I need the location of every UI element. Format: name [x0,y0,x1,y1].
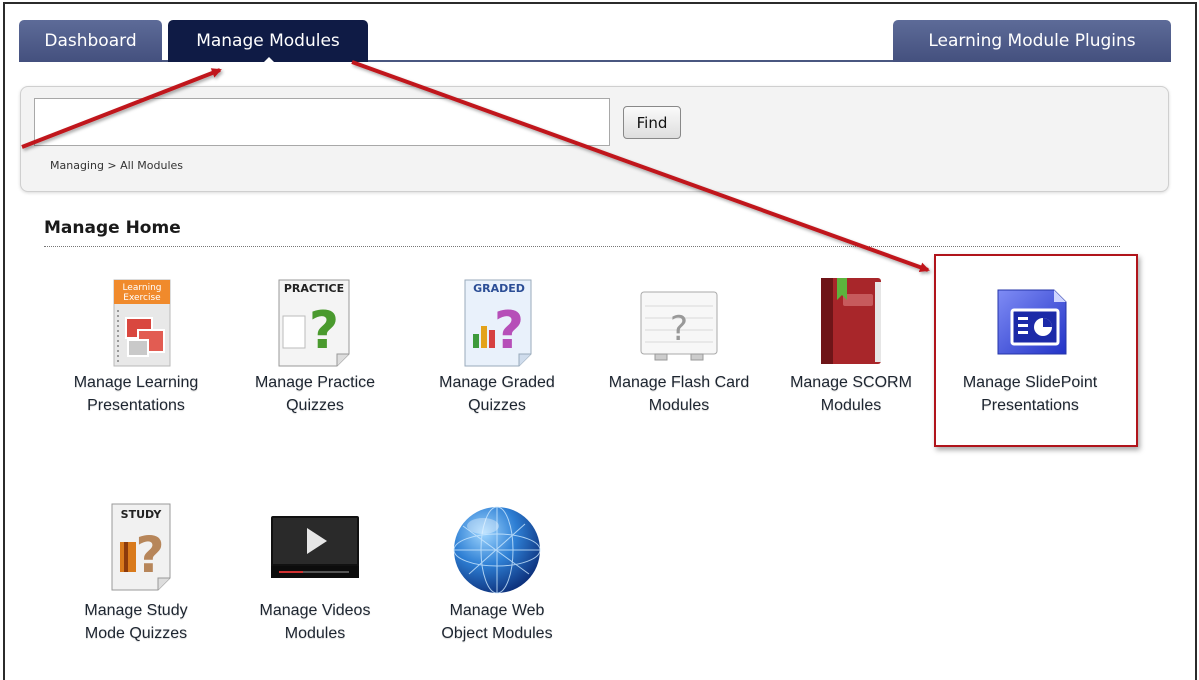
graded-quiz-icon: GRADED ? [417,272,577,368]
tab-manage-modules-label: Manage Modules [196,31,340,51]
svg-text:?: ? [494,301,524,361]
search-input[interactable] [34,98,610,146]
module-videos[interactable]: Manage Videos Modules [235,500,395,645]
tab-manage-modules[interactable]: Manage Modules [168,20,368,64]
module-label-line2: Modules [648,397,710,414]
tab-learning-module-plugins[interactable]: Learning Module Plugins [893,20,1171,62]
study-quiz-icon: STUDY ? [56,500,216,596]
section-divider [44,246,1120,247]
module-flash-card[interactable]: ? Manage Flash Card Modules [599,272,759,417]
module-label-line1: Manage SCORM [790,374,912,391]
module-study-mode-quizzes[interactable]: STUDY ? Manage Study Mode Quizzes [56,500,216,645]
module-web-object[interactable]: Manage Web Object Modules [417,500,577,645]
find-button[interactable]: Find [623,106,681,139]
module-practice-quizzes[interactable]: PRACTICE ? Manage Practice Quizzes [235,272,395,417]
module-scorm[interactable]: Manage SCORM Modules [771,272,931,417]
svg-text:?: ? [135,526,164,584]
flash-card-glyph: ? [670,309,688,349]
module-label-line1: Manage Flash Card [608,374,750,391]
module-label-line2: Mode Quizzes [84,625,188,642]
learning-badge-line2: Exercise [123,293,161,303]
learning-exercise-icon: Learning Exercise [56,272,216,368]
module-learning-presentations[interactable]: Learning Exercise Manage Learning Presen… [56,272,216,417]
module-label-line1: Manage Web [449,602,545,619]
module-graded-quizzes[interactable]: GRADED ? Manage Graded Quizzes [417,272,577,417]
tab-bar: Dashboard Manage Modules Learning Module… [19,20,1171,64]
flash-card-icon: ? [599,272,759,368]
active-tab-caret-icon [262,57,276,64]
scorm-book-icon [771,272,931,368]
module-label-line2: Modules [284,625,346,642]
annotation-highlight-box [934,254,1138,447]
practice-badge: PRACTICE [284,282,344,295]
module-label-line2: Quizzes [286,397,344,414]
module-label-line1: Manage Study [84,602,188,619]
learning-badge-line1: Learning [122,283,161,293]
practice-quiz-icon: PRACTICE ? [235,272,395,368]
svg-text:?: ? [309,301,339,361]
section-title: Manage Home [44,218,181,238]
graded-badge: GRADED [473,282,525,295]
study-badge: STUDY [121,508,163,521]
video-player-icon [235,500,395,596]
module-label-line2: Modules [820,397,882,414]
tab-dashboard[interactable]: Dashboard [19,20,162,62]
module-label-line1: Manage Learning [73,374,199,391]
module-label-line1: Manage Practice [254,374,376,391]
module-label-line1: Manage Graded [439,374,555,391]
module-label-line2: Quizzes [468,397,526,414]
module-label-line2: Object Modules [441,625,553,642]
search-panel: Find Managing > All Modules [20,86,1169,192]
module-label-line1: Manage Videos [259,602,371,619]
module-label-line2: Presentations [87,397,185,414]
globe-icon [417,500,577,596]
breadcrumb: Managing > All Modules [50,159,184,172]
